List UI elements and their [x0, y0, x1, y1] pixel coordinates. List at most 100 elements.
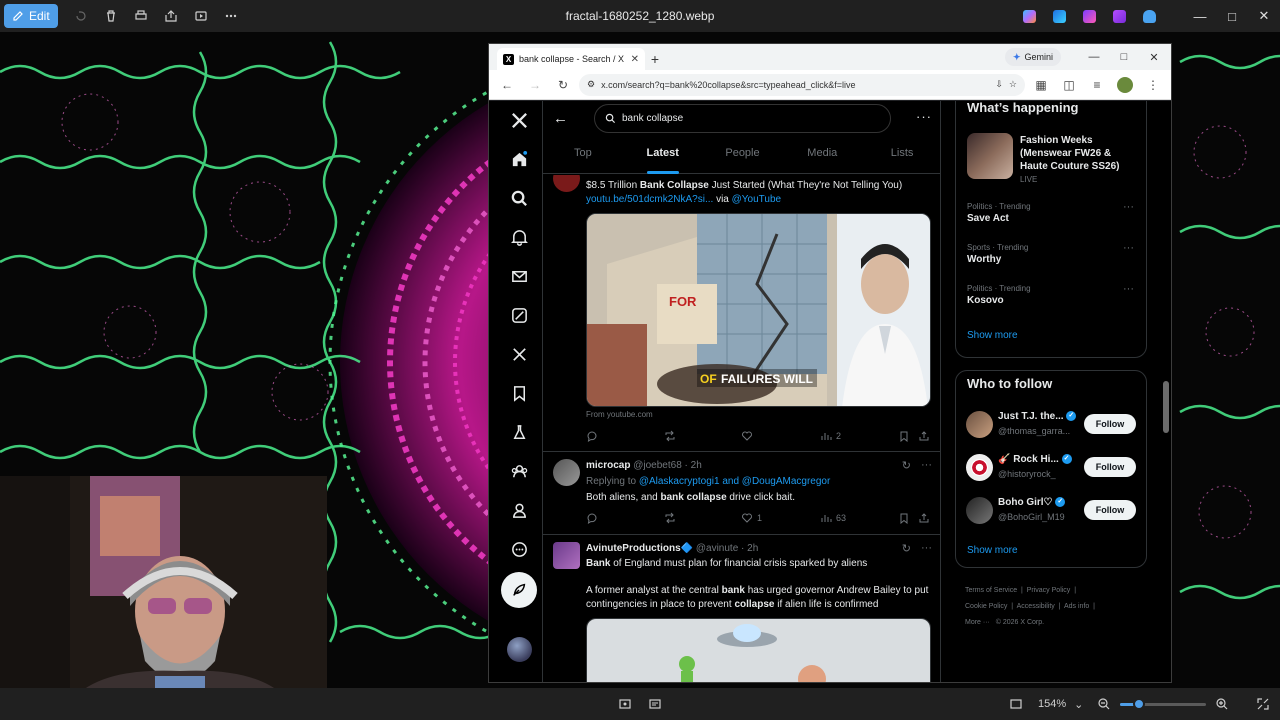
browser-close-icon[interactable]: ✕: [1139, 44, 1169, 70]
tab-close-icon[interactable]: ✕: [631, 54, 639, 65]
install-app-icon[interactable]: ⇩: [995, 79, 1003, 90]
fit-to-window-icon[interactable]: [1009, 696, 1023, 712]
follow-name-row[interactable]: Just T.J. the... ✓: [998, 411, 1077, 422]
bookmark-star-icon[interactable]: ☆: [1009, 79, 1017, 90]
share-post-icon[interactable]: [918, 512, 930, 524]
more-options-icon[interactable]: [216, 4, 246, 28]
reply-icon[interactable]: [586, 512, 598, 524]
views-stat[interactable]: 63: [820, 512, 846, 524]
show-more-follow-link[interactable]: Show more: [967, 545, 1018, 556]
tweet-more-icon[interactable]: ···: [921, 459, 932, 472]
like-stat[interactable]: 1: [741, 512, 762, 524]
rotate-icon[interactable]: [66, 4, 96, 28]
messages-icon[interactable]: [507, 264, 531, 288]
search-input[interactable]: bank collapse: [594, 104, 891, 133]
designer-icon[interactable]: [1048, 5, 1070, 27]
profile-icon[interactable]: [507, 498, 531, 522]
profile-avatar-icon[interactable]: [1113, 73, 1137, 97]
new-tab-icon[interactable]: +: [645, 48, 665, 70]
zoom-in-icon[interactable]: [1215, 696, 1229, 712]
bookmarks-icon[interactable]: [507, 381, 531, 405]
event-thumbnail[interactable]: [967, 133, 1013, 179]
page-scrollbar[interactable]: [1163, 105, 1169, 680]
forward-icon[interactable]: →: [523, 73, 547, 97]
tweet1-via-handle[interactable]: @YouTube: [732, 194, 781, 205]
tweet-avatar[interactable]: [553, 459, 580, 486]
browser-minimize-icon[interactable]: —: [1079, 44, 1109, 70]
browser-tab[interactable]: X bank collapse - Search / X ✕: [497, 48, 645, 70]
retweet-icon[interactable]: [664, 512, 676, 524]
trend-more-icon[interactable]: ···: [1123, 201, 1134, 213]
zoom-slider-thumb[interactable]: [1132, 698, 1145, 710]
share-post-icon[interactable]: [918, 430, 930, 442]
compose-post-button[interactable]: [501, 572, 537, 608]
grok-icon[interactable]: [507, 303, 531, 327]
retweet-icon[interactable]: [664, 430, 676, 442]
tweet2-name[interactable]: microcap: [586, 460, 630, 471]
address-bar[interactable]: ⚙ x.com/search?q=bank%20collapse&src=typ…: [579, 73, 1025, 96]
reading-list-icon[interactable]: ≡: [1085, 73, 1109, 97]
tweet3-name[interactable]: AvinuteProductions🔷: [586, 543, 693, 554]
trend-item[interactable]: Politics · Trending Kosovo: [967, 284, 1031, 306]
tweet1-link[interactable]: youtu.be/501dcmk2NkA?si...: [586, 194, 713, 205]
notifications-icon[interactable]: [507, 225, 531, 249]
follow-avatar[interactable]: [966, 497, 993, 524]
site-info-icon[interactable]: ⚙: [587, 79, 595, 90]
show-more-trends-link[interactable]: Show more: [967, 330, 1018, 341]
zoom-out-icon[interactable]: [1097, 696, 1111, 712]
tab-media[interactable]: Media: [782, 140, 862, 173]
browser-menu-icon[interactable]: ⋮: [1141, 73, 1165, 97]
edit-button[interactable]: Edit: [4, 4, 58, 28]
follow-avatar[interactable]: [966, 411, 993, 438]
tab-latest[interactable]: Latest: [623, 140, 703, 174]
footer-privacy[interactable]: Privacy Policy: [1027, 587, 1071, 594]
footer-accessibility[interactable]: Accessibility: [1017, 603, 1055, 610]
event-title[interactable]: Fashion Weeks (Menswear FW26 & Haute Cou…: [1020, 134, 1140, 173]
trend-item[interactable]: Politics · Trending Save Act: [967, 202, 1031, 224]
tweet-media[interactable]: [586, 618, 931, 682]
sidebar-icon[interactable]: ◫: [1057, 73, 1081, 97]
tab-lists[interactable]: Lists: [862, 140, 940, 173]
like-icon[interactable]: [741, 430, 753, 442]
video-editor-icon[interactable]: [1108, 5, 1130, 27]
tweet-avatar[interactable]: [553, 542, 580, 569]
search-options-icon[interactable]: ···: [916, 109, 932, 124]
bookmark-icon[interactable]: [898, 512, 910, 524]
home-icon[interactable]: [507, 147, 531, 171]
scrollbar-thumb[interactable]: [1163, 381, 1169, 433]
jobs-icon[interactable]: [507, 420, 531, 444]
share-icon[interactable]: [156, 4, 186, 28]
footer-terms[interactable]: Terms of Service: [965, 587, 1017, 594]
zoom-level-select[interactable]: 154% ⌄: [1038, 696, 1083, 712]
bookmark-icon[interactable]: [898, 430, 910, 442]
browser-maximize-icon[interactable]: □: [1109, 44, 1139, 70]
print-icon[interactable]: [126, 4, 156, 28]
zoom-slider[interactable]: [1120, 698, 1206, 710]
grok-explain-icon[interactable]: ↻: [902, 459, 911, 472]
account-avatar[interactable]: [507, 637, 532, 662]
youtube-thumbnail[interactable]: FOR OF FAILURES WILL: [586, 213, 931, 407]
search-icon[interactable]: [507, 186, 531, 210]
tab-people[interactable]: People: [703, 140, 783, 173]
back-icon[interactable]: ←: [495, 73, 519, 97]
replying-to-handles[interactable]: @Alaskacryptogi1 and @DougAMacgregor: [639, 476, 831, 487]
slideshow-icon[interactable]: [186, 4, 216, 28]
reply-icon[interactable]: [586, 430, 598, 442]
info-panel-icon[interactable]: [648, 696, 662, 712]
premium-x-icon[interactable]: [507, 342, 531, 366]
filmstrip-icon[interactable]: [618, 696, 632, 712]
tab-top[interactable]: Top: [543, 140, 623, 173]
follow-button[interactable]: Follow: [1084, 457, 1136, 477]
gemini-button[interactable]: ✦ Gemini: [1004, 48, 1061, 66]
follow-button[interactable]: Follow: [1084, 414, 1136, 434]
fullscreen-icon[interactable]: [1256, 696, 1270, 712]
views-stat[interactable]: 2: [820, 430, 841, 442]
follow-avatar[interactable]: [966, 454, 993, 481]
follow-name-row[interactable]: Boho Girl♡ ✓: [998, 497, 1066, 508]
maximize-icon[interactable]: □: [1216, 0, 1248, 32]
grok-explain-icon[interactable]: ↻: [902, 542, 911, 555]
close-icon[interactable]: ✕: [1248, 0, 1280, 32]
more-icon[interactable]: [507, 537, 531, 561]
copilot-icon[interactable]: [1018, 5, 1040, 27]
footer-ads[interactable]: Ads info: [1064, 603, 1089, 610]
